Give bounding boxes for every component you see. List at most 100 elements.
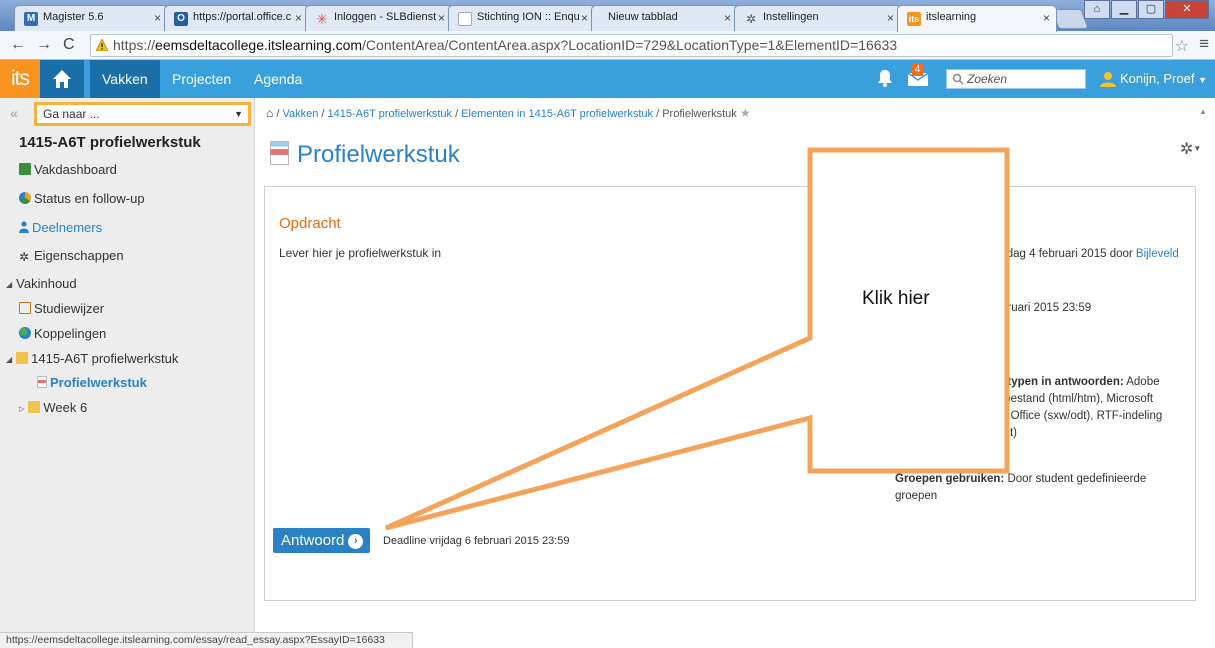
author-link[interactable]: Bijleveld: [1136, 248, 1179, 260]
sidebar-item-status[interactable]: Status en follow-up: [19, 191, 145, 206]
close-tab-icon[interactable]: ×: [887, 11, 894, 25]
sidebar-item-deelnemers[interactable]: Deelnemers: [19, 220, 102, 235]
breadcrumb-separator: /: [455, 108, 459, 120]
browser-tab[interactable]: ✳ Inloggen - SLBdienst ×: [305, 5, 452, 31]
sidebar-item-label: Status en follow-up: [34, 191, 145, 206]
maximize-icon[interactable]: ▢: [1138, 0, 1164, 19]
breadcrumb-separator: /: [656, 108, 660, 120]
folder-icon: [16, 352, 29, 364]
gear-icon: ✲: [19, 250, 30, 264]
breadcrumb-vakken[interactable]: Vakken: [282, 108, 318, 120]
browser-tab[interactable]: ✲ Instellingen ×: [734, 5, 901, 31]
collapse-sidebar-icon[interactable]: «: [10, 105, 18, 121]
sidebar-item-vakdashboard[interactable]: Vakdashboard: [19, 162, 117, 177]
groups-line: groepen: [895, 490, 938, 502]
course-title[interactable]: 1415-A6T profielwerkstuk: [19, 134, 201, 151]
file-types-line: n Office (sxw/odt), RTF-indeling: [1001, 410, 1163, 422]
breadcrumb-separator: /: [321, 108, 325, 120]
close-tab-icon[interactable]: ×: [581, 11, 588, 25]
sidebar-item-label: Studiewijzer: [34, 301, 105, 316]
breadcrumb-elements[interactable]: Elementen in 1415-A6T profielwerkstuk: [461, 108, 653, 120]
address-bar[interactable]: https://eemsdeltacollege.itslearning.com…: [90, 34, 1173, 57]
close-tab-icon[interactable]: ×: [724, 11, 731, 25]
participants-icon: [19, 221, 29, 233]
close-window-icon[interactable]: ✕: [1165, 0, 1209, 19]
bookmark-star-icon[interactable]: ☆: [1175, 36, 1189, 56]
sidebar-item-studiewijzer[interactable]: Studiewijzer: [19, 301, 104, 316]
tab-label: itslearning: [926, 11, 977, 23]
studyplan-icon: [19, 302, 31, 314]
back-icon[interactable]: ←: [10, 36, 26, 54]
its-logo[interactable]: its: [0, 60, 40, 98]
lock-warning-icon: [96, 39, 108, 51]
nav-projecten[interactable]: Projecten: [160, 60, 243, 98]
browser-toolbar: ← → C https://eemsdeltacollege.itslearni…: [0, 31, 1215, 60]
browser-tab[interactable]: Stichting ION :: Enqu ×: [448, 5, 595, 31]
sidebar-item-label: Eigenschappen: [34, 248, 124, 263]
user-avatar-icon: [1100, 72, 1116, 87]
arrow-right-circle-icon: ›: [348, 534, 364, 549]
answer-button[interactable]: Antwoord ›: [273, 528, 371, 553]
tab-label: Instellingen: [763, 11, 819, 23]
close-tab-icon[interactable]: ×: [1043, 11, 1050, 25]
home-icon[interactable]: ⌂: [266, 106, 273, 120]
browser-menu-icon[interactable]: ≡: [1199, 34, 1209, 54]
tab-label: https://portal.office.c: [193, 11, 292, 23]
browser-tab[interactable]: M Magister 5.6 ×: [14, 5, 168, 31]
expanded-triangle-icon[interactable]: ◢: [6, 355, 12, 364]
chevron-down-icon: ▼: [1193, 144, 1202, 153]
close-tab-icon[interactable]: ×: [295, 11, 302, 25]
browser-tab[interactable]: O https://portal.office.c ×: [164, 5, 309, 31]
window-controls: ⌂ ▁ ▢ ✕: [1083, 0, 1209, 19]
user-icon[interactable]: ⌂: [1084, 0, 1110, 19]
groups-value: Door student gedefinieerde: [1004, 473, 1147, 485]
assignment-icon: [270, 141, 289, 165]
file-types-label: stypen in antwoorden:: [1001, 376, 1124, 388]
chevron-down-icon: ▼: [234, 109, 243, 119]
file-types-line: txt): [1001, 427, 1017, 439]
sidebar-item-folder-course[interactable]: ◢ 1415-A6T profielwerkstuk: [6, 351, 178, 366]
sidebar-item-label: Week 6: [43, 400, 88, 415]
notifications-bell-icon[interactable]: [877, 69, 893, 87]
search-icon: [952, 73, 964, 85]
forward-icon[interactable]: →: [36, 36, 52, 54]
office-favicon-icon: O: [174, 12, 188, 26]
close-tab-icon[interactable]: ×: [154, 11, 161, 25]
tab-label: Nieuw tabblad: [608, 11, 678, 23]
settings-gear-icon[interactable]: ✲▼: [1180, 139, 1201, 159]
search-placeholder: Zoeken: [967, 72, 1008, 86]
breadcrumb-course[interactable]: 1415-A6T profielwerkstuk: [328, 108, 453, 120]
messages-count-badge: 4: [912, 63, 923, 76]
magister-favicon-icon: M: [24, 12, 38, 26]
close-tab-icon[interactable]: ×: [438, 11, 445, 25]
favorite-star-icon[interactable]: ★: [740, 106, 751, 120]
status-bar: https://eemsdeltacollege.itslearning.com…: [0, 632, 413, 648]
reload-icon[interactable]: C: [63, 36, 75, 54]
scroll-up-icon[interactable]: ▲: [1199, 107, 1207, 116]
minimize-icon[interactable]: ▁: [1111, 0, 1137, 19]
breadcrumb-separator: /: [276, 108, 280, 120]
browser-tab-active[interactable]: its itslearning ×: [897, 5, 1057, 32]
assignment-description: Lever hier je profielwerkstuk in: [279, 246, 442, 260]
search-input[interactable]: Zoeken: [946, 69, 1086, 89]
collapsed-triangle-icon[interactable]: ▷: [19, 405, 24, 413]
page-favicon-icon: [458, 12, 472, 26]
sidebar-item-vakinhoud[interactable]: ◢ Vakinhoud: [6, 276, 77, 291]
sidebar-item-koppelingen[interactable]: Koppelingen: [19, 326, 106, 341]
user-menu[interactable]: Konijn, Proef ▼: [1100, 60, 1207, 98]
page-title: Profielwerkstuk: [297, 141, 460, 168]
nav-agenda[interactable]: Agenda: [242, 60, 314, 98]
sidebar-item-profielwerkstuk[interactable]: Profielwerkstuk: [37, 375, 147, 390]
nav-vakken[interactable]: Vakken: [90, 60, 160, 98]
globe-icon: [19, 327, 31, 339]
browser-tab[interactable]: Nieuw tabblad ×: [591, 5, 738, 31]
answer-button-label: Antwoord: [281, 532, 345, 549]
sidebar-item-eigenschappen[interactable]: ✲ Eigenschappen: [19, 248, 124, 263]
tab-label: Stichting ION :: Enqu: [477, 11, 580, 23]
goto-select[interactable]: Ga naar ... ▼: [34, 102, 251, 126]
assignment-panel: Opdracht Lever hier je profielwerkstuk i…: [264, 186, 1196, 601]
folder-icon: [28, 401, 41, 413]
home-button[interactable]: [40, 60, 84, 98]
sidebar-item-week-6[interactable]: ▷ Week 6: [19, 400, 87, 415]
expanded-triangle-icon[interactable]: ◢: [6, 280, 12, 289]
